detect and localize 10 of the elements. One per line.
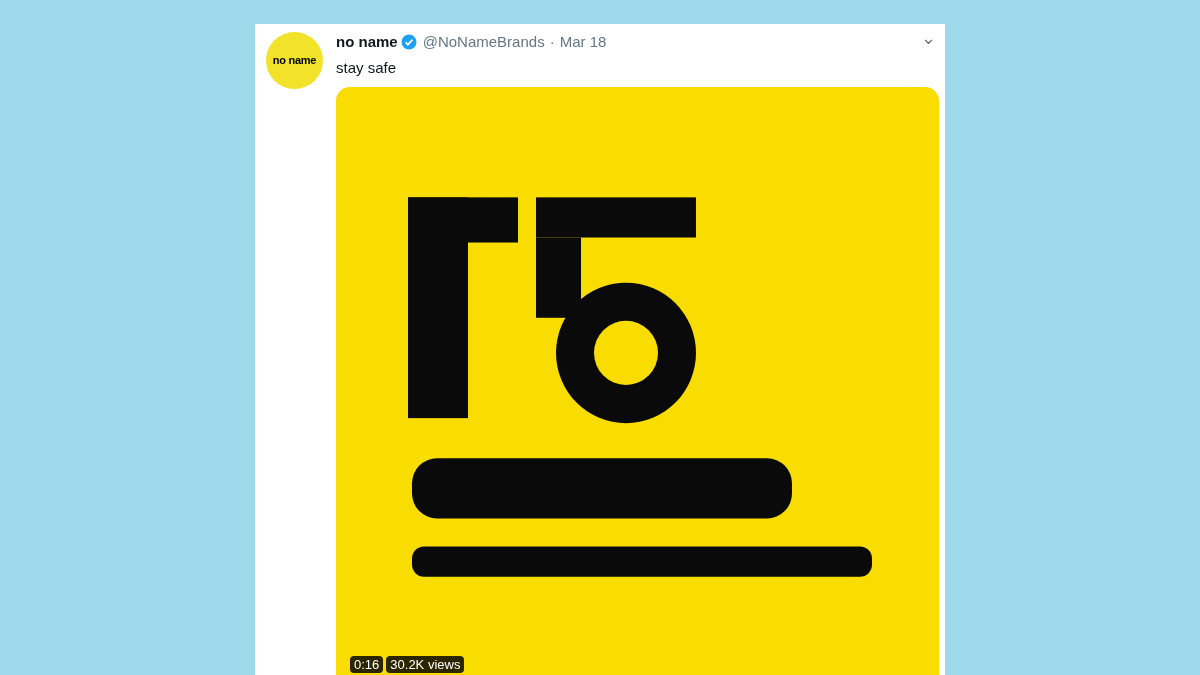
tweet-date[interactable]: Mar 18 — [559, 30, 607, 54]
view-count: 30.2K views — [386, 656, 465, 673]
author-name[interactable]: no name — [336, 30, 398, 54]
separator: · — [549, 31, 555, 52]
author-handle[interactable]: @NoNameBrands — [422, 30, 545, 54]
tweet-text: stay safe — [336, 58, 398, 78]
video-player[interactable]: 0:16 30.2K views — [336, 87, 939, 675]
menu-caret[interactable]: ⌄ — [921, 29, 936, 47]
avatar[interactable]: no name — [266, 32, 323, 89]
video-duration: 0:16 — [350, 656, 384, 673]
